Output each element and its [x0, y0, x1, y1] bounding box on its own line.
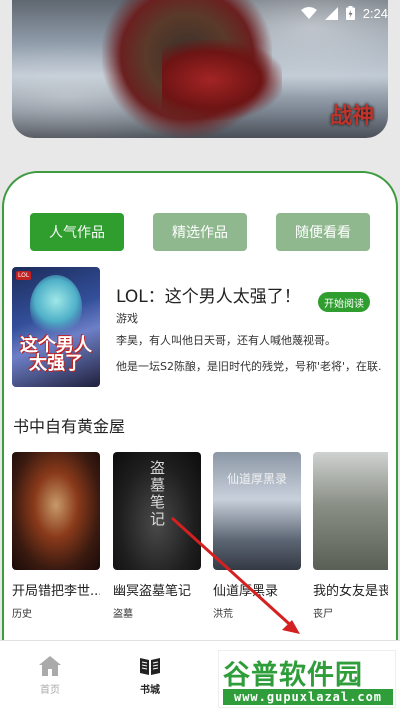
book-cover: [313, 452, 388, 570]
featured-book-genre: 游戏: [116, 312, 138, 325]
battery-icon: [345, 6, 355, 20]
book-icon: [140, 658, 160, 675]
watermark-main-text: 谷普软件园: [223, 660, 363, 691]
watermark-logo: 谷普软件园 www.gupuxlazal.com: [218, 650, 396, 708]
book-card[interactable]: 我的女友是丧 丧尸: [313, 452, 388, 620]
book-cover-text: 仙道厚黑录: [227, 472, 288, 486]
status-time: 2:24: [362, 5, 388, 21]
book-card[interactable]: 开局错把李世... 历史: [12, 452, 100, 620]
book-cover: [12, 452, 100, 570]
start-reading-button[interactable]: 开始阅读: [318, 292, 370, 312]
featured-book-cover[interactable]: LOL 这个男人太强了: [12, 267, 100, 387]
book-cover-text: 盗墓笔记: [148, 460, 166, 528]
tab-popular[interactable]: 人气作品: [30, 213, 124, 251]
book-genre: 丧尸: [313, 609, 333, 620]
nav-bookstore-label: 书城: [140, 685, 160, 696]
annotation-arrow: [170, 516, 300, 634]
tab-selected[interactable]: 精选作品: [153, 213, 247, 251]
featured-book-desc-line1: 李昊，有人叫他日天哥，还有人喊他蔑视哥。: [116, 334, 336, 347]
home-icon: [39, 656, 61, 676]
tab-random[interactable]: 随便看看: [276, 213, 370, 251]
nav-bookstore[interactable]: 书城: [120, 655, 180, 696]
banner-logo: 战神: [329, 103, 374, 129]
watermark-url: www.gupuxlazal.com: [223, 689, 393, 705]
status-bar: 2:24: [0, 0, 400, 26]
signal-icon: [324, 6, 338, 20]
book-name: 我的女友是丧: [313, 584, 388, 599]
nav-home[interactable]: 首页: [20, 655, 80, 696]
featured-book-title[interactable]: LOL：这个男人太强了！: [116, 282, 301, 307]
wifi-icon: [300, 6, 317, 19]
featured-cover-title: 这个男人太强了: [20, 335, 92, 374]
featured-cover-tag: LOL: [16, 271, 32, 280]
featured-book-desc-line2: 他是一坛S2陈酿，是旧时代的残党，号称'老将'，在联...: [116, 360, 382, 373]
book-name: 开局错把李世...: [12, 584, 100, 599]
book-genre: 历史: [12, 609, 32, 620]
nav-home-label: 首页: [40, 685, 60, 696]
section-title: 书中自有黄金屋: [13, 417, 126, 436]
